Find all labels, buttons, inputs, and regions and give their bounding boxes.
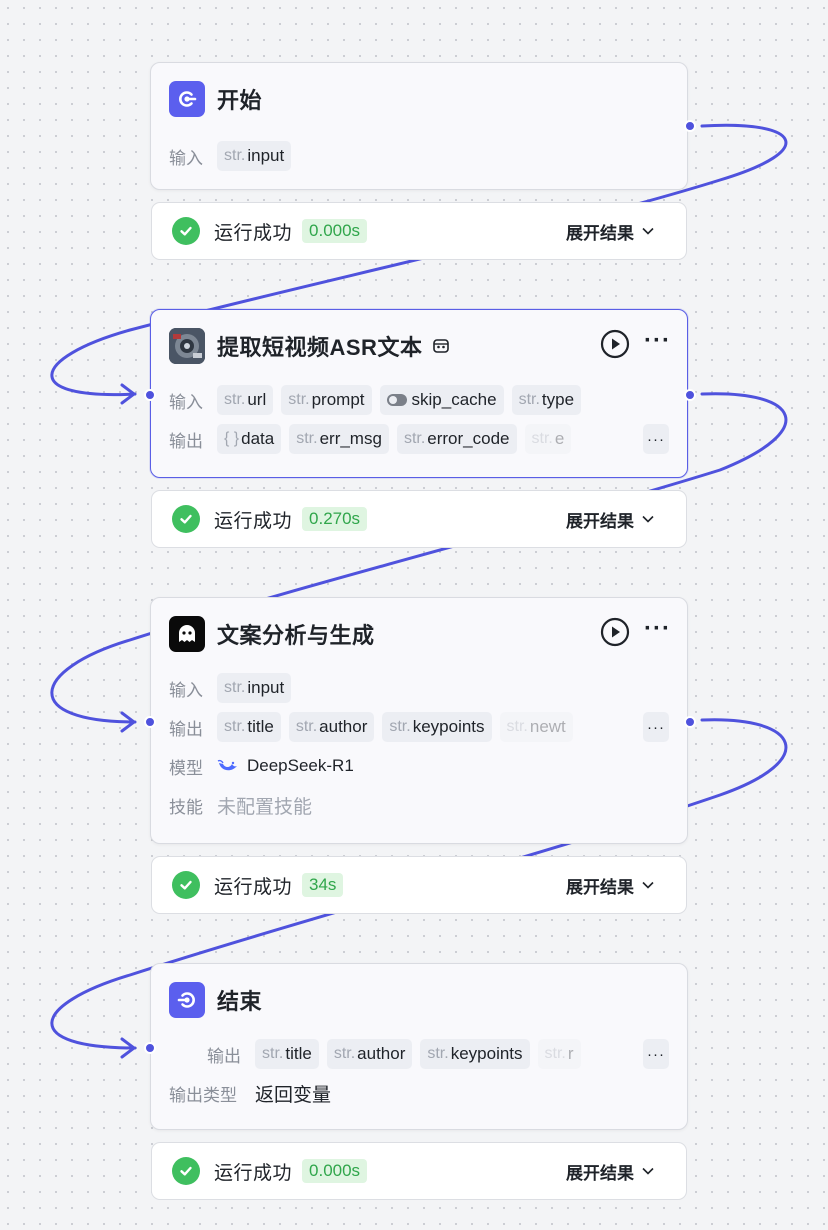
play-circle-icon bbox=[600, 329, 630, 358]
end-input-port[interactable] bbox=[144, 1042, 156, 1054]
param-tag: { } data bbox=[217, 424, 282, 454]
play-circle-icon bbox=[600, 617, 630, 646]
deepseek-whale-icon bbox=[217, 759, 237, 771]
status-text: 运行成功 bbox=[214, 510, 293, 532]
end-node[interactable]: 结束 输出 str. title str. author str. keypoints… bbox=[150, 963, 688, 1130]
expand-result-button[interactable]: 展开结果 bbox=[566, 1159, 654, 1184]
more-outputs-button[interactable]: ··· bbox=[643, 712, 669, 742]
node-title: 提取短视频ASR文本 bbox=[217, 335, 423, 360]
param-tag: str. title bbox=[255, 1039, 319, 1069]
duration-badge: 0.000s bbox=[302, 219, 368, 243]
param-tag: str. prompt bbox=[281, 385, 372, 415]
param-tag: str. author bbox=[288, 712, 375, 742]
start-node[interactable]: 开始 输入 str. input bbox=[150, 62, 688, 190]
input-label: 输入 bbox=[169, 680, 203, 700]
expand-result-button[interactable]: 展开结果 bbox=[566, 873, 654, 898]
asr-input-port[interactable] bbox=[144, 389, 156, 401]
asr-plugin-node[interactable]: 提取短视频ASR文本 ··· 输入 str. url str. prompt ski… bbox=[150, 309, 688, 478]
run-node-button[interactable] bbox=[600, 617, 630, 652]
plugin-thumbnail-icon bbox=[169, 328, 205, 364]
llm-output-port[interactable] bbox=[684, 716, 696, 728]
run-status-bar: 运行成功 34s 展开结果 bbox=[151, 856, 687, 914]
expand-result-button[interactable]: 展开结果 bbox=[566, 219, 654, 244]
node-title: 结束 bbox=[217, 989, 263, 1014]
input-label: 输入 bbox=[169, 392, 203, 412]
run-status-bar: 运行成功 0.270s 展开结果 bbox=[151, 490, 687, 548]
output-label: 输出 bbox=[169, 719, 203, 739]
input-label: 输入 bbox=[169, 148, 203, 168]
param-tag: str. r bbox=[537, 1039, 581, 1069]
asr-output-port[interactable] bbox=[684, 389, 696, 401]
check-circle-icon bbox=[172, 871, 200, 899]
node-title: 开始 bbox=[217, 88, 263, 113]
chevron-down-icon bbox=[642, 515, 654, 523]
param-tag: str. url bbox=[217, 385, 274, 415]
node-title: 文案分析与生成 bbox=[217, 623, 375, 648]
check-circle-icon bbox=[172, 217, 200, 245]
run-node-button[interactable] bbox=[600, 329, 630, 364]
param-tag: str. error_code bbox=[396, 424, 517, 454]
param-tag: str. author bbox=[326, 1039, 413, 1069]
run-status-bar: 运行成功 0.000s 展开结果 bbox=[151, 202, 687, 260]
plugin-store-icon bbox=[432, 337, 450, 355]
more-options-button[interactable]: ··· bbox=[644, 617, 671, 651]
skill-label: 技能 bbox=[169, 797, 203, 817]
status-text: 运行成功 bbox=[214, 222, 293, 244]
param-tag: str. e bbox=[524, 424, 572, 454]
check-circle-icon bbox=[172, 1157, 200, 1185]
start-output-port[interactable] bbox=[684, 120, 696, 132]
status-text: 运行成功 bbox=[214, 876, 293, 898]
more-outputs-button[interactable]: ··· bbox=[643, 424, 669, 454]
llm-bot-icon bbox=[169, 616, 205, 652]
more-outputs-button[interactable]: ··· bbox=[643, 1039, 669, 1069]
more-options-button[interactable]: ··· bbox=[644, 329, 671, 363]
llm-node[interactable]: 文案分析与生成 ··· 输入 str. input 输出 str. title st… bbox=[150, 597, 688, 844]
chevron-down-icon bbox=[642, 881, 654, 889]
llm-input-port[interactable] bbox=[144, 716, 156, 728]
param-tag: str. newt bbox=[499, 712, 573, 742]
output-label: 输出 bbox=[207, 1046, 241, 1066]
param-tag: str. type bbox=[511, 385, 582, 415]
param-tag: str. keypoints bbox=[382, 712, 492, 742]
param-tag: str. title bbox=[217, 712, 281, 742]
output-type-value: 返回变量 bbox=[255, 1084, 332, 1106]
toggle-icon bbox=[386, 394, 407, 406]
status-text: 运行成功 bbox=[214, 1162, 293, 1184]
expand-result-button[interactable]: 展开结果 bbox=[566, 507, 654, 532]
duration-badge: 0.000s bbox=[302, 1159, 368, 1183]
param-tag: str. input bbox=[217, 141, 292, 171]
duration-badge: 34s bbox=[302, 873, 344, 897]
model-name: DeepSeek-R1 bbox=[247, 756, 354, 775]
chevron-down-icon bbox=[642, 1167, 654, 1175]
param-tag: str. input bbox=[217, 673, 292, 703]
skill-value: 未配置技能 bbox=[217, 796, 313, 818]
param-tag: str. err_msg bbox=[289, 424, 389, 454]
output-label: 输出 bbox=[169, 431, 203, 451]
duration-badge: 0.270s bbox=[302, 507, 368, 531]
end-icon bbox=[169, 982, 205, 1018]
param-tag: str. keypoints bbox=[420, 1039, 530, 1069]
output-type-label: 输出类型 bbox=[169, 1085, 237, 1105]
start-icon bbox=[169, 81, 205, 117]
check-circle-icon bbox=[172, 505, 200, 533]
model-label: 模型 bbox=[169, 758, 203, 778]
param-tag-boolean: skip_cache bbox=[379, 385, 504, 415]
chevron-down-icon bbox=[642, 227, 654, 235]
run-status-bar: 运行成功 0.000s 展开结果 bbox=[151, 1142, 687, 1200]
